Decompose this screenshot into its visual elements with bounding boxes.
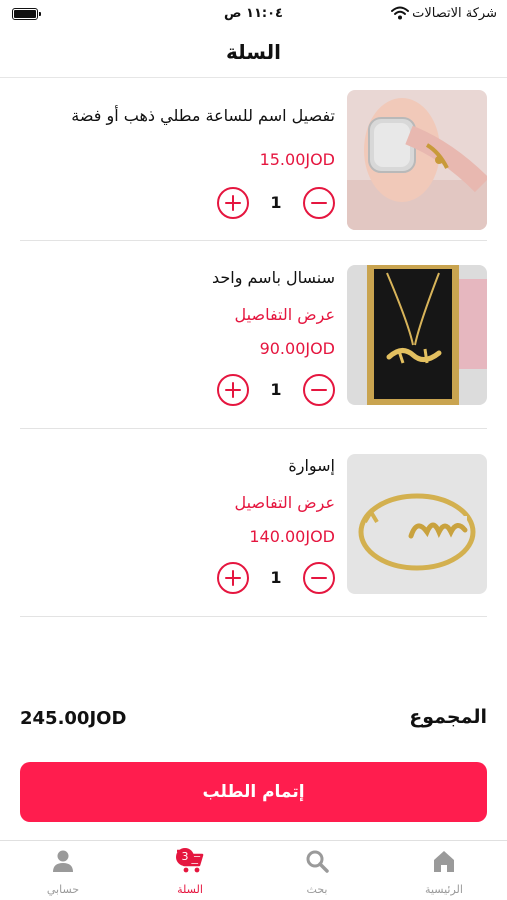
tab-bar: الرئيسية بحث 3 السلة حسابي xyxy=(0,840,507,900)
page-header: السلة xyxy=(0,30,507,78)
tab-account[interactable]: حسابي xyxy=(0,841,126,900)
quantity-stepper: 1 xyxy=(217,374,335,408)
cart-item: إسوارة عرض التفاصيل 140.00JOD 1 xyxy=(20,429,487,617)
checkout-button[interactable]: إتمام الطلب xyxy=(20,762,487,822)
cart-item: تفصيل اسم للساعة مطلي ذهب أو فضة 15.00JO… xyxy=(20,79,487,241)
carrier-name: شركة الاتصالات xyxy=(412,6,497,21)
tab-search[interactable]: بحث xyxy=(254,841,380,900)
wifi-icon xyxy=(391,5,409,24)
quantity-value: 1 xyxy=(270,568,282,587)
search-icon xyxy=(304,848,330,878)
total-label: المجموع xyxy=(409,706,487,728)
tab-home[interactable]: الرئيسية xyxy=(381,841,507,900)
quantity-stepper: 1 xyxy=(217,562,335,596)
product-image-watch-strap[interactable] xyxy=(347,90,487,230)
decrease-quantity-button[interactable] xyxy=(303,562,335,594)
tab-label: الرئيسية xyxy=(425,883,463,896)
increase-quantity-button[interactable] xyxy=(217,562,249,594)
product-image-bracelet[interactable] xyxy=(347,454,487,594)
cart-total: المجموع 245.00JOD xyxy=(20,706,487,736)
page-title: السلة xyxy=(225,40,281,64)
decrease-quantity-button[interactable] xyxy=(303,187,335,219)
increase-quantity-button[interactable] xyxy=(217,374,249,406)
view-details-link[interactable]: عرض التفاصيل xyxy=(235,493,335,512)
status-time: ١١:٠٤ ص xyxy=(224,6,283,21)
battery-icon xyxy=(12,8,41,20)
view-details-link[interactable]: عرض التفاصيل xyxy=(235,305,335,324)
product-name: إسوارة xyxy=(288,456,335,475)
home-icon xyxy=(431,848,457,878)
quantity-stepper: 1 xyxy=(217,187,335,221)
tab-cart[interactable]: 3 السلة xyxy=(127,841,253,900)
status-bar: شركة الاتصالات ١١:٠٤ ص xyxy=(0,0,507,30)
tab-label: بحث xyxy=(306,883,328,896)
total-value: 245.00JOD xyxy=(20,708,127,729)
cart-item: سنسال باسم واحد عرض التفاصيل 90.00JOD 1 xyxy=(20,241,487,429)
quantity-value: 1 xyxy=(270,380,282,399)
tab-label: السلة xyxy=(177,883,203,896)
product-name: تفصيل اسم للساعة مطلي ذهب أو فضة xyxy=(71,106,335,125)
product-price: 90.00JOD xyxy=(259,339,335,358)
cart-count-badge: 3 xyxy=(176,848,194,866)
product-name: سنسال باسم واحد xyxy=(211,268,335,287)
tab-label: حسابي xyxy=(46,883,80,896)
quantity-value: 1 xyxy=(270,193,282,212)
increase-quantity-button[interactable] xyxy=(217,187,249,219)
user-icon xyxy=(50,848,76,878)
product-image-necklace[interactable] xyxy=(347,265,487,405)
product-price: 140.00JOD xyxy=(249,527,335,546)
decrease-quantity-button[interactable] xyxy=(303,374,335,406)
product-price: 15.00JOD xyxy=(259,150,335,169)
